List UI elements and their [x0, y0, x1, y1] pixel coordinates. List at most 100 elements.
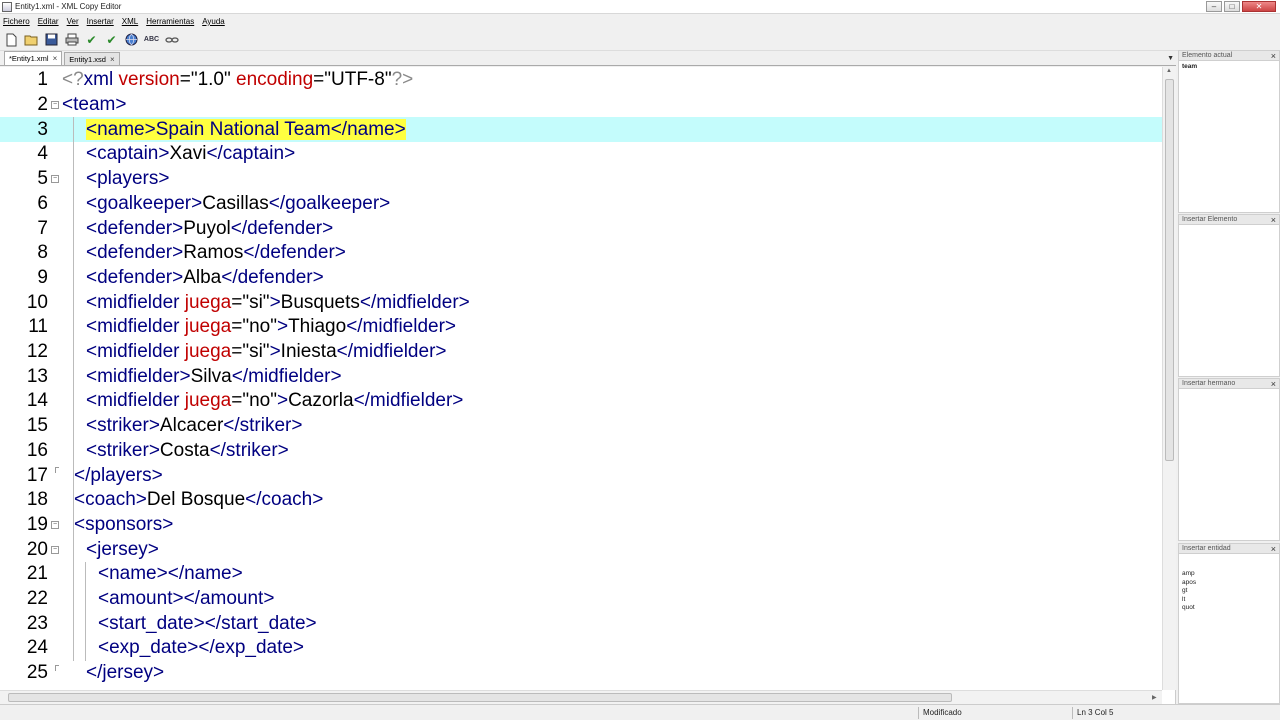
code-token: <? — [62, 69, 84, 91]
scroll-right-icon[interactable]: ▶ — [1152, 694, 1157, 701]
code-line[interactable]: 23 <start_date></start_date> — [0, 611, 1162, 636]
horizontal-scroll-thumb[interactable] — [8, 693, 952, 702]
code-line[interactable]: 25 </jersey> — [0, 661, 1162, 686]
fold-toggle-icon[interactable]: − — [51, 520, 59, 529]
close-panel-icon[interactable]: × — [1271, 51, 1276, 61]
code-line[interactable]: 4 <captain>Xavi</captain> — [0, 142, 1162, 167]
panel-body[interactable] — [1178, 389, 1280, 541]
code-token: <midfielder — [86, 390, 185, 412]
code-line[interactable]: 22 <amount></amount> — [0, 587, 1162, 612]
close-tab-icon[interactable]: × — [110, 55, 115, 64]
code-line[interactable]: 11 <midfielder juega="no">Thiago</midfiel… — [0, 315, 1162, 340]
code-editor[interactable]: 1 <?xml version="1.0" encoding="UTF-8"?> 2… — [0, 67, 1176, 704]
scroll-up-icon[interactable]: ▲ — [1166, 68, 1172, 74]
side-panels: Elemento actual × team Insertar Elemento… — [1178, 50, 1280, 704]
fold-toggle-icon[interactable]: − — [51, 175, 59, 184]
code-line[interactable]: 1 <?xml version="1.0" encoding="UTF-8"?> — [0, 68, 1162, 93]
line-number: 1 — [37, 69, 48, 91]
code-token: juega — [184, 316, 232, 338]
menu-ver[interactable]: Ver — [67, 17, 79, 26]
open-folder-icon[interactable] — [23, 31, 40, 48]
code-text: <players> — [86, 168, 169, 190]
minimize-button[interactable]: – — [1206, 1, 1222, 12]
tabs-dropdown-icon[interactable]: ▼ — [1167, 55, 1174, 62]
window-title: Entity1.xml - XML Copy Editor — [15, 2, 122, 11]
code-line[interactable]: 10 <midfielder juega="si">Busquets</midfi… — [0, 290, 1162, 315]
code-line[interactable]: 6 <goalkeeper>Casillas</goalkeeper> — [0, 192, 1162, 217]
code-line[interactable]: 7 <defender>Puyol</defender> — [0, 216, 1162, 241]
validate-icon[interactable]: ✔ — [103, 31, 120, 48]
fold-end-icon — [55, 664, 59, 671]
tab-entity1-xml[interactable]: *Entity1.xml × — [4, 51, 63, 65]
entity-item[interactable]: lt — [1182, 596, 1276, 605]
code-line[interactable]: 16 <striker>Costa</striker> — [0, 439, 1162, 464]
code-token: version — [118, 69, 180, 91]
code-line[interactable]: 12 <midfielder juega="si">Iniesta</midfie… — [0, 340, 1162, 365]
new-file-icon[interactable] — [3, 31, 20, 48]
close-panel-icon[interactable]: × — [1271, 544, 1276, 554]
code-token: > — [269, 341, 281, 363]
code-line[interactable]: 3 <name>Spain National Team</name> — [0, 117, 1162, 143]
menu-herramientas[interactable]: Herramientas — [146, 17, 194, 26]
code-token: ?> — [391, 69, 414, 91]
indent-guide — [85, 562, 86, 661]
spellcheck-icon[interactable]: ABC — [143, 31, 160, 48]
code-line[interactable]: 20− <jersey> — [0, 537, 1162, 562]
entity-item[interactable]: amp — [1182, 570, 1276, 579]
panel-body[interactable] — [1178, 225, 1280, 377]
status-bar: Modificado Ln 3 Col 5 — [0, 704, 1280, 720]
code-token: </striker> — [209, 439, 289, 461]
code-text: <sponsors> — [74, 514, 173, 536]
link-icon[interactable] — [163, 31, 180, 48]
menu-ayuda[interactable]: Ayuda — [202, 17, 225, 26]
code-line[interactable]: 18 <coach>Del Bosque</coach> — [0, 488, 1162, 513]
code-line[interactable]: 24 <exp_date></exp_date> — [0, 636, 1162, 661]
code-token: ="si" — [231, 341, 270, 363]
code-line[interactable]: 5− <players> — [0, 167, 1162, 192]
code-line[interactable]: 19− <sponsors> — [0, 513, 1162, 538]
panel-insert-element: Insertar Elemento × — [1178, 214, 1280, 377]
code-text: <midfielder juega="si">Busquets</midfiel… — [86, 292, 470, 314]
code-line[interactable]: 13 <midfielder>Silva</midfielder> — [0, 364, 1162, 389]
maximize-button[interactable]: □ — [1224, 1, 1240, 12]
close-tab-icon[interactable]: × — [53, 54, 58, 63]
code-line[interactable]: 14 <midfielder juega="no">Cazorla</midfie… — [0, 389, 1162, 414]
code-line[interactable]: 17 </players> — [0, 463, 1162, 488]
menu-xml[interactable]: XML — [122, 17, 138, 26]
menu-insertar[interactable]: Insertar — [87, 17, 114, 26]
entity-item[interactable]: apos — [1182, 579, 1276, 588]
code-line[interactable]: 21 <name></name> — [0, 562, 1162, 587]
close-panel-icon[interactable]: × — [1271, 215, 1276, 225]
vertical-scroll-thumb[interactable] — [1165, 79, 1174, 461]
menu-editar[interactable]: Editar — [38, 17, 59, 26]
fold-toggle-icon[interactable]: − — [51, 545, 59, 554]
horizontal-scrollbar[interactable]: ▶ — [0, 690, 1162, 704]
app-icon — [2, 1, 12, 12]
code-token: ="no" — [231, 390, 277, 412]
code-text: <defender>Puyol</defender> — [86, 218, 333, 240]
check-wellformed-icon[interactable]: ✔ — [83, 31, 100, 48]
close-panel-icon[interactable]: × — [1271, 379, 1276, 389]
panel-title: Insertar entidad — [1182, 545, 1231, 552]
code-text: <captain>Xavi</captain> — [86, 143, 295, 165]
entity-item[interactable]: quot — [1182, 604, 1276, 613]
code-line[interactable]: 9 <defender>Alba</defender> — [0, 266, 1162, 291]
tab-entity1-xsd[interactable]: Entity1.xsd × — [64, 52, 120, 65]
print-icon[interactable] — [63, 31, 80, 48]
code-line[interactable]: 15 <striker>Alcacer</striker> — [0, 414, 1162, 439]
globe-icon[interactable] — [123, 31, 140, 48]
line-number: 9 — [37, 266, 48, 288]
menu-fichero[interactable]: Fichero — [3, 17, 30, 26]
vertical-scrollbar[interactable]: ▲ — [1162, 67, 1176, 690]
fold-toggle-icon[interactable]: − — [51, 101, 59, 110]
code-text: <team> — [62, 94, 126, 116]
line-number: 7 — [37, 217, 48, 239]
close-button[interactable]: ✕ — [1242, 1, 1276, 12]
line-number: 14 — [26, 390, 48, 412]
save-icon[interactable] — [43, 31, 60, 48]
code-line[interactable]: 8 <defender>Ramos</defender> — [0, 241, 1162, 266]
code-token: Ramos — [183, 242, 244, 264]
entity-item[interactable]: gt — [1182, 587, 1276, 596]
line-number: 22 — [26, 588, 48, 610]
code-line[interactable]: 2− <team> — [0, 93, 1162, 118]
